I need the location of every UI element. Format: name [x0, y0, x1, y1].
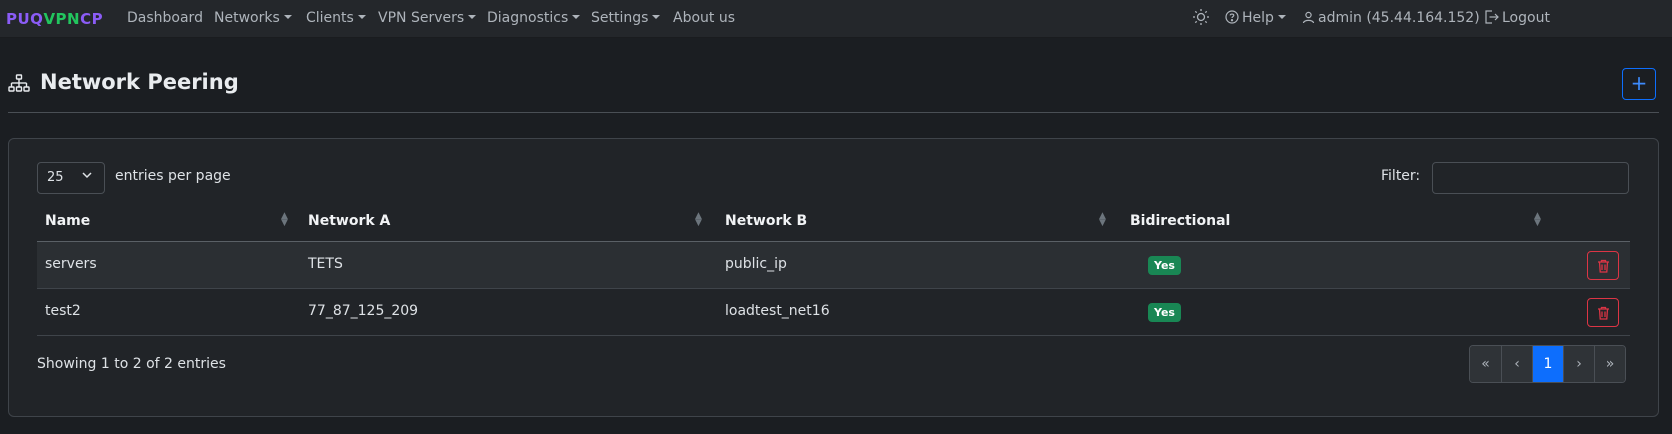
- cell-network-b: public_ip: [725, 256, 787, 272]
- theme-toggle[interactable]: [1192, 8, 1210, 30]
- sort-icon[interactable]: ▲ ▼: [1534, 212, 1541, 228]
- title-divider: [8, 112, 1659, 113]
- network-icon: [8, 74, 30, 92]
- caret-down-icon: [572, 15, 581, 19]
- page-first-button[interactable]: «: [1470, 346, 1501, 382]
- cell-network-a: 77_87_125_209: [308, 303, 419, 319]
- page-length-select[interactable]: 25: [37, 162, 105, 194]
- nav-diagnostics[interactable]: Diagnostics: [487, 10, 581, 26]
- delete-button[interactable]: [1587, 298, 1619, 327]
- nav-networks[interactable]: Networks: [214, 10, 292, 26]
- cell-network-b: loadtest_net16: [725, 303, 830, 319]
- caret-down-icon: [357, 15, 366, 19]
- nav-vpn-servers-label: VPN Servers: [378, 10, 465, 26]
- caret-down-icon: [1277, 15, 1286, 19]
- column-header-network-a[interactable]: Network A: [308, 213, 390, 229]
- brand-logo[interactable]: PUQVPNCP: [6, 10, 103, 28]
- column-header-name[interactable]: Name: [45, 213, 90, 229]
- table-info: Showing 1 to 2 of 2 entries: [37, 356, 226, 372]
- logout-link[interactable]: Logout: [1484, 10, 1550, 26]
- user-icon: [1302, 11, 1315, 24]
- column-header-bidirectional[interactable]: Bidirectional: [1130, 213, 1230, 229]
- pagination: « ‹ 1 › »: [1469, 345, 1626, 383]
- nav-dashboard[interactable]: Dashboard: [127, 10, 203, 26]
- nav-settings[interactable]: Settings: [591, 10, 661, 26]
- brand-part-vpn: VPN: [43, 10, 81, 28]
- table-row: servers TETS public_ip Yes: [37, 242, 1630, 289]
- chevron-down-icon: [82, 172, 92, 179]
- brand-part-cp: CP: [80, 10, 104, 28]
- help-label: Help: [1242, 10, 1274, 26]
- user-label: admin (45.44.164.152): [1318, 10, 1480, 26]
- sort-icon[interactable]: ▲ ▼: [281, 212, 288, 228]
- sun-icon: [1193, 9, 1209, 25]
- nav-about-us-label: About us: [673, 10, 736, 26]
- page-last-button[interactable]: »: [1594, 346, 1625, 382]
- caret-down-icon: [652, 15, 661, 19]
- nav-diagnostics-label: Diagnostics: [487, 10, 569, 26]
- trash-icon: [1598, 259, 1609, 273]
- sort-icon[interactable]: ▲ ▼: [1099, 212, 1106, 228]
- brand-part-puq: PUQ: [6, 10, 44, 28]
- delete-button[interactable]: [1587, 251, 1619, 280]
- trash-icon: [1598, 306, 1609, 320]
- column-header-network-b[interactable]: Network B: [725, 213, 807, 229]
- nav-vpn-servers[interactable]: VPN Servers: [378, 10, 477, 26]
- logout-label: Logout: [1502, 10, 1550, 26]
- plus-icon: +: [1630, 71, 1648, 95]
- nav-about-us[interactable]: About us: [673, 10, 735, 26]
- page-next-button[interactable]: ›: [1563, 346, 1594, 382]
- page-length-value: 25: [47, 170, 64, 185]
- logout-icon: [1485, 10, 1499, 24]
- help-menu[interactable]: Help: [1225, 10, 1286, 26]
- page-prev-button[interactable]: ‹: [1501, 346, 1532, 382]
- page-length-label: entries per page: [115, 168, 231, 184]
- nav-clients-label: Clients: [306, 10, 354, 26]
- nav-dashboard-label: Dashboard: [127, 10, 203, 26]
- bidirectional-badge: Yes: [1148, 256, 1181, 275]
- nav-clients[interactable]: Clients: [306, 10, 366, 26]
- table-row: test2 77_87_125_209 loadtest_net16 Yes: [37, 289, 1630, 336]
- caret-down-icon: [468, 15, 477, 19]
- top-navbar: PUQVPNCP Dashboard Networks Clients VPN …: [0, 0, 1672, 38]
- sort-icon[interactable]: ▲ ▼: [695, 212, 702, 228]
- filter-input[interactable]: [1432, 162, 1629, 194]
- caret-down-icon: [283, 15, 292, 19]
- bidirectional-badge: Yes: [1148, 303, 1181, 322]
- cell-network-a: TETS: [308, 256, 343, 272]
- page-title: Network Peering: [40, 70, 239, 94]
- nav-networks-label: Networks: [214, 10, 280, 26]
- cell-name: servers: [45, 256, 97, 272]
- page-1-button[interactable]: 1: [1532, 346, 1563, 382]
- nav-settings-label: Settings: [591, 10, 649, 26]
- filter-label: Filter:: [1381, 168, 1421, 184]
- user-menu[interactable]: admin (45.44.164.152): [1302, 10, 1480, 26]
- cell-name: test2: [45, 303, 81, 319]
- add-peering-button[interactable]: +: [1622, 68, 1656, 100]
- question-circle-icon: [1225, 10, 1239, 24]
